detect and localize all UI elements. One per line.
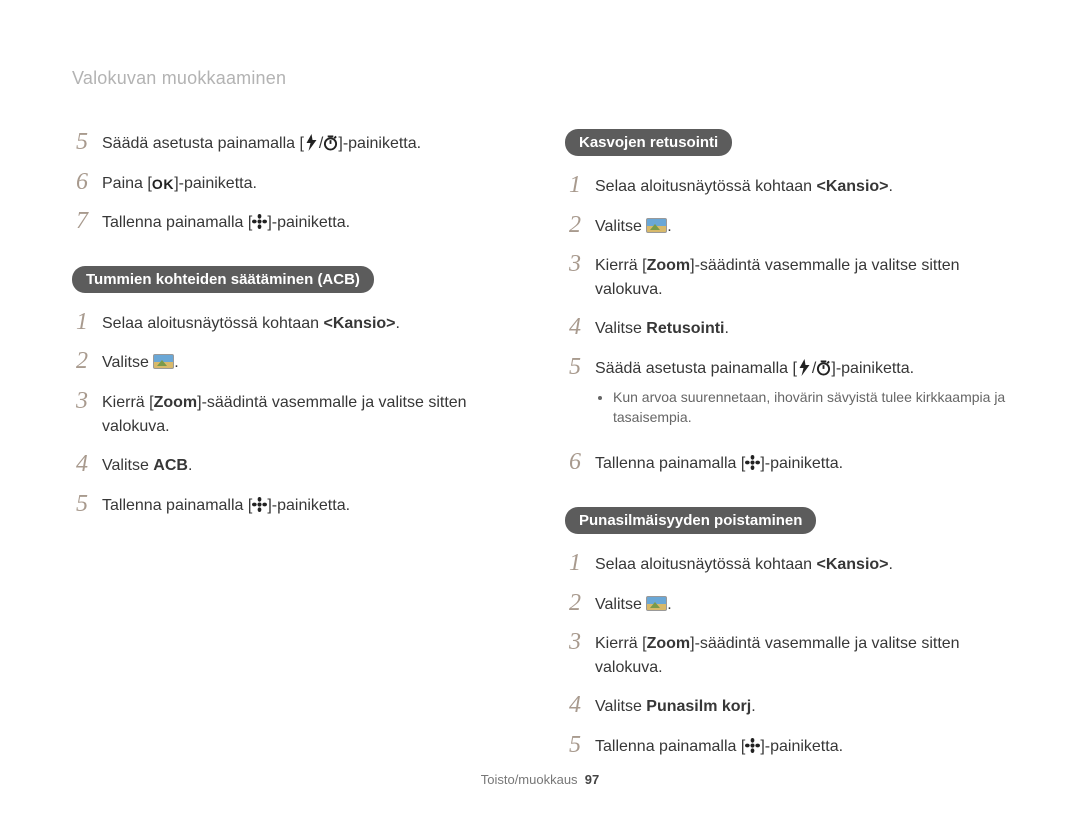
- step-number: 4: [72, 451, 92, 479]
- bold-label: <Kansio>: [816, 556, 888, 573]
- macro-icon: [252, 213, 267, 230]
- page-footer: Toisto/muokkaus 97: [0, 772, 1080, 787]
- macro-icon: [745, 454, 760, 471]
- bold-label: <Kansio>: [323, 315, 395, 332]
- step-text: Valitse Retusointi.: [595, 314, 1008, 341]
- retouch-steps: 1 Selaa aloitusnäytössä kohtaan <Kansio>.…: [565, 172, 1008, 477]
- two-column-layout: 5 Säädä asetusta painamalla [/]-painikett…: [72, 129, 1008, 771]
- step-number: 3: [72, 388, 92, 416]
- step-item: 4 Valitse Punasilm korj.: [565, 692, 1008, 720]
- step-text: Paina [OK]-painiketta.: [102, 169, 515, 196]
- step-number: 1: [565, 550, 585, 578]
- step-text: Tallenna painamalla []-painiketta.: [595, 732, 1008, 759]
- step-number: 6: [72, 169, 92, 197]
- step-item: 5 Tallenna painamalla []-painiketta.: [72, 491, 515, 519]
- bold-label: ACB: [153, 457, 188, 474]
- step-text: Selaa aloitusnäytössä kohtaan <Kansio>.: [595, 172, 1008, 199]
- step-item: 2 Valitse .: [565, 590, 1008, 618]
- timer-icon: [323, 134, 338, 151]
- manual-page: Valokuvan muokkaaminen 5 Säädä asetusta p…: [0, 0, 1080, 815]
- step-item: 1 Selaa aloitusnäytössä kohtaan <Kansio>.: [72, 309, 515, 337]
- step-text: Selaa aloitusnäytössä kohtaan <Kansio>.: [102, 309, 515, 336]
- right-column: Kasvojen retusointi 1 Selaa aloitusnäytös…: [565, 129, 1008, 771]
- step-number: 2: [72, 348, 92, 376]
- note-bullets: Kun arvoa suurennetaan, ihovärin sävyist…: [595, 387, 1008, 428]
- step-text: Tallenna painamalla []-painiketta.: [102, 491, 515, 518]
- step-text: Kierrä [Zoom]-säädintä vasemmalle ja val…: [102, 388, 515, 439]
- step-number: 7: [72, 208, 92, 236]
- step-text: Kierrä [Zoom]-säädintä vasemmalle ja val…: [595, 629, 1008, 680]
- step-number: 2: [565, 590, 585, 618]
- step-item: 4 Valitse ACB.: [72, 451, 515, 479]
- step-item: 5 Tallenna painamalla []-painiketta.: [565, 732, 1008, 760]
- step-text: Selaa aloitusnäytössä kohtaan <Kansio>.: [595, 550, 1008, 577]
- step-number: 3: [565, 629, 585, 657]
- step-item: 7 Tallenna painamalla []-painiketta.: [72, 208, 515, 236]
- step-item: 5 Säädä asetusta painamalla [/]-painikett…: [565, 354, 1008, 438]
- step-number: 2: [565, 212, 585, 240]
- bold-label: Zoom: [154, 394, 198, 411]
- bold-label: Punasilm korj: [646, 698, 751, 715]
- step-text: Tallenna painamalla []-painiketta.: [595, 449, 1008, 476]
- step-number: 5: [72, 129, 92, 157]
- step-item: 3 Kierrä [Zoom]-säädintä vasemmalle ja va…: [565, 251, 1008, 302]
- step-text: Säädä asetusta painamalla [/]-painiketta…: [102, 129, 515, 156]
- step-item: 2 Valitse .: [72, 348, 515, 376]
- step-number: 5: [72, 491, 92, 519]
- step-item: 6 Paina [OK]-painiketta.: [72, 169, 515, 197]
- continued-steps: 5 Säädä asetusta painamalla [/]-painikett…: [72, 129, 515, 236]
- macro-icon: [252, 496, 267, 513]
- bold-label: Retusointi: [646, 320, 724, 337]
- step-item: 1 Selaa aloitusnäytössä kohtaan <Kansio>.: [565, 550, 1008, 578]
- page-title: Valokuvan muokkaaminen: [72, 68, 1008, 89]
- step-item: 3 Kierrä [Zoom]-säädintä vasemmalle ja va…: [72, 388, 515, 439]
- step-text: Kierrä [Zoom]-säädintä vasemmalle ja val…: [595, 251, 1008, 302]
- step-number: 6: [565, 449, 585, 477]
- step-number: 4: [565, 692, 585, 720]
- step-item: 6 Tallenna painamalla []-painiketta.: [565, 449, 1008, 477]
- step-item: 1 Selaa aloitusnäytössä kohtaan <Kansio>.: [565, 172, 1008, 200]
- step-number: 3: [565, 251, 585, 279]
- step-item: 5 Säädä asetusta painamalla [/]-painikett…: [72, 129, 515, 157]
- note-bullet: Kun arvoa suurennetaan, ihovärin sävyist…: [613, 387, 1008, 428]
- step-item: 3 Kierrä [Zoom]-säädintä vasemmalle ja va…: [565, 629, 1008, 680]
- step-text: Valitse .: [102, 348, 515, 375]
- step-number: 1: [72, 309, 92, 337]
- page-number: 97: [585, 772, 599, 787]
- step-text: Tallenna painamalla []-painiketta.: [102, 208, 515, 235]
- bold-label: <Kansio>: [816, 178, 888, 195]
- album-thumbnail-icon: [646, 596, 667, 611]
- step-text: Valitse Punasilm korj.: [595, 692, 1008, 719]
- step-item: 2 Valitse .: [565, 212, 1008, 240]
- bold-label: Zoom: [647, 257, 691, 274]
- bold-label: Zoom: [647, 635, 691, 652]
- macro-icon: [745, 737, 760, 754]
- flash-icon: [797, 359, 812, 376]
- step-number: 5: [565, 354, 585, 382]
- step-text: Valitse ACB.: [102, 451, 515, 478]
- footer-section: Toisto/muokkaus: [481, 772, 578, 787]
- section-heading-retouch: Kasvojen retusointi: [565, 129, 732, 156]
- flash-icon: [304, 134, 319, 151]
- timer-icon: [816, 359, 831, 376]
- left-column: 5 Säädä asetusta painamalla [/]-painikett…: [72, 129, 515, 771]
- step-text: Valitse .: [595, 590, 1008, 617]
- album-thumbnail-icon: [646, 218, 667, 233]
- section-heading-redeye: Punasilmäisyyden poistaminen: [565, 507, 816, 534]
- acb-steps: 1 Selaa aloitusnäytössä kohtaan <Kansio>.…: [72, 309, 515, 518]
- step-number: 4: [565, 314, 585, 342]
- redeye-steps: 1 Selaa aloitusnäytössä kohtaan <Kansio>.…: [565, 550, 1008, 759]
- album-thumbnail-icon: [153, 354, 174, 369]
- section-heading-acb: Tummien kohteiden säätäminen (ACB): [72, 266, 374, 293]
- step-number: 1: [565, 172, 585, 200]
- step-number: 5: [565, 732, 585, 760]
- ok-icon: OK: [152, 174, 174, 195]
- step-item: 4 Valitse Retusointi.: [565, 314, 1008, 342]
- step-text: Valitse .: [595, 212, 1008, 239]
- step-text: Säädä asetusta painamalla [/]-painiketta…: [595, 354, 1008, 438]
